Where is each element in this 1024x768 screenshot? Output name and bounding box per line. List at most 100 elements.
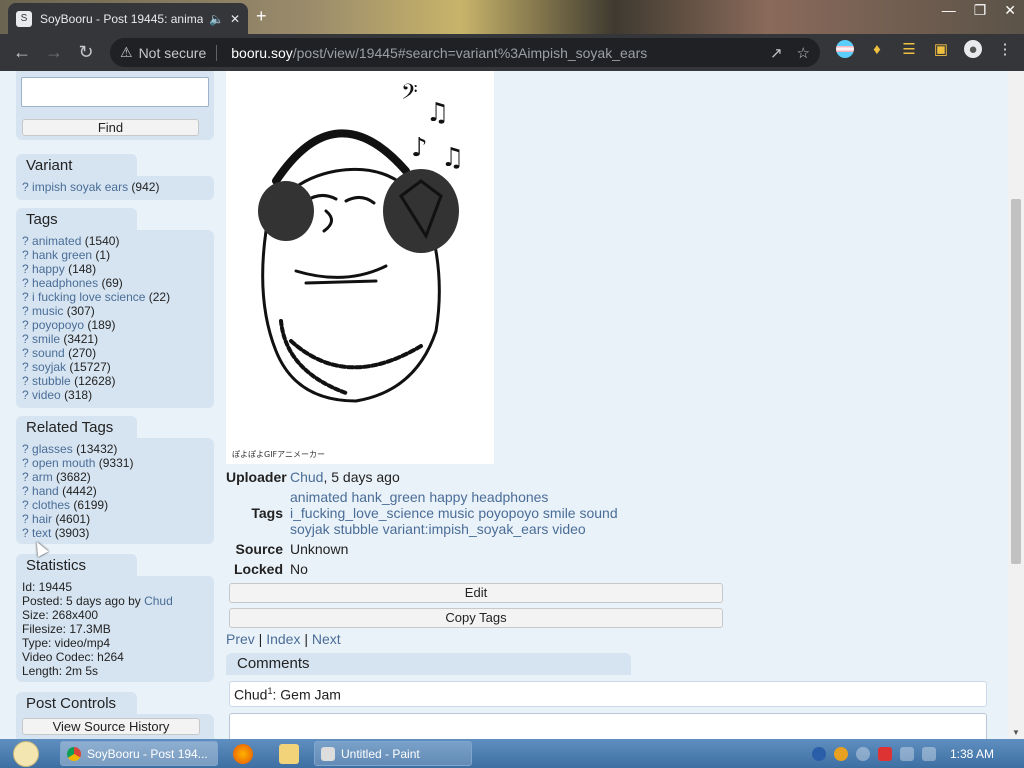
locked-value: No [290, 561, 308, 577]
volume-icon[interactable] [921, 746, 936, 761]
tag-help-link[interactable]: ? [22, 388, 29, 402]
svg-text:𝄢: 𝄢 [401, 80, 418, 110]
share-icon[interactable]: ↗ [770, 44, 783, 62]
file-explorer-icon[interactable] [279, 744, 299, 764]
tags-row: Tags animated hank_green happy headphone… [226, 489, 646, 537]
tag-link[interactable]: music [32, 304, 63, 318]
tag-link[interactable]: smile [32, 332, 60, 346]
clock[interactable]: 1:38 AM [950, 747, 994, 761]
reload-icon[interactable]: ↻ [70, 42, 102, 63]
tag-help-link[interactable]: ? [22, 262, 29, 276]
browser-tab[interactable]: S SoyBooru - Post 19445: animated hank_g… [8, 3, 248, 34]
taskbar-chrome-button[interactable]: SoyBooru - Post 194... [60, 741, 218, 766]
tag-link[interactable]: hair [32, 512, 52, 526]
start-button[interactable] [6, 739, 46, 768]
tag-help-link[interactable]: ? [22, 526, 29, 540]
tag-help-link[interactable]: ? [22, 470, 29, 484]
tag-help-link[interactable]: ? [22, 374, 29, 388]
uploader-link[interactable]: Chud [290, 469, 323, 485]
tag-link[interactable]: impish soyak ears [32, 180, 128, 194]
tag-link[interactable]: glasses [32, 442, 73, 456]
tag-link[interactable]: poyopoyo [32, 318, 84, 332]
edit-button[interactable]: Edit [229, 583, 723, 603]
find-button[interactable]: Find [22, 119, 199, 136]
tag-help-link[interactable]: ? [22, 318, 29, 332]
flag-tray-icon[interactable] [877, 746, 892, 761]
comment-textarea[interactable] [229, 713, 987, 739]
tag-help-link[interactable]: ? [22, 456, 29, 470]
tag-link[interactable]: soyjak [32, 360, 66, 374]
scroll-down-icon[interactable]: ▼ [1012, 728, 1020, 737]
tag-help-link[interactable]: ? [22, 290, 29, 304]
prev-link[interactable]: Prev [226, 631, 255, 647]
tag-link[interactable]: video [32, 388, 61, 402]
tag-count: (3682) [56, 470, 91, 484]
tag-help-link[interactable]: ? [22, 498, 29, 512]
tab-title: SoyBooru - Post 19445: animated hank_gre… [40, 11, 203, 26]
tag-help-link[interactable]: ? [22, 484, 29, 498]
tag-link[interactable]: animated [32, 234, 81, 248]
new-tab-icon[interactable]: + [256, 6, 267, 27]
address-bar[interactable]: ⚠ Not secure booru.soy /post/view/19445#… [110, 38, 820, 67]
comment-user[interactable]: Chud [234, 687, 267, 703]
post-video[interactable]: 𝄢 ♫ ♪ ♫ ぽよぽよGIFアニメーカー [226, 71, 494, 464]
tags-line-3[interactable]: soyjak stubble variant:impish_soyak_ears… [290, 521, 618, 537]
window-close-icon[interactable]: ✕ [1004, 2, 1016, 19]
tags-block: Tags ? animated (1540)? hank green (1)? … [16, 208, 214, 408]
forward-icon[interactable]: → [38, 42, 70, 63]
tag-link[interactable]: i fucking love science [32, 290, 145, 304]
tag-help-link[interactable]: ? [22, 248, 29, 262]
emoji-tray-icon[interactable] [855, 746, 870, 761]
tag-link[interactable]: sound [32, 346, 65, 360]
tag-link[interactable]: happy [32, 262, 65, 276]
tag-help-link[interactable]: ? [22, 360, 29, 374]
side-panel-icon[interactable]: ▣ [932, 40, 950, 58]
media-playlist-icon[interactable]: ☰ [900, 40, 918, 58]
tag-help-link[interactable]: ? [22, 276, 29, 290]
not-secure-label[interactable]: Not secure [139, 44, 218, 61]
tags-line-2[interactable]: i_fucking_love_science music poyopoyo sm… [290, 505, 618, 521]
tag-help-link[interactable]: ? [22, 304, 29, 318]
copy-tags-button[interactable]: Copy Tags [229, 608, 723, 628]
firefox-icon[interactable] [233, 744, 253, 764]
monitor-tray-icon[interactable] [899, 746, 914, 761]
scrollbar-thumb[interactable] [1011, 199, 1021, 564]
tag-link[interactable]: stubble [32, 374, 71, 388]
search-tray-icon[interactable] [833, 746, 848, 761]
maximize-icon[interactable]: ❐ [974, 2, 987, 19]
back-icon[interactable]: ← [6, 42, 38, 63]
index-link[interactable]: Index [266, 631, 300, 647]
tag-link[interactable]: arm [32, 470, 53, 484]
tag-help-link[interactable]: ? [22, 332, 29, 346]
warning-icon[interactable]: ⚠ [120, 44, 133, 61]
view-source-history-button[interactable]: View Source History [22, 718, 200, 735]
tag-help-link[interactable]: ? [22, 512, 29, 526]
profile-avatar-icon[interactable]: ● [964, 40, 982, 58]
tag-help-link[interactable]: ? [22, 346, 29, 360]
puzzle-extension-icon[interactable]: ♦ [868, 40, 886, 58]
search-input[interactable] [21, 77, 209, 107]
flag-extension-icon[interactable] [836, 40, 854, 58]
page-scrollbar[interactable]: ▼ [1008, 71, 1024, 739]
tag-help-link[interactable]: ? [22, 180, 29, 194]
tag-link[interactable]: clothes [32, 498, 70, 512]
browser-menu-icon[interactable]: ⋮ [996, 40, 1014, 58]
tag-count: (148) [68, 262, 97, 276]
tag-link[interactable]: headphones [32, 276, 98, 290]
tag-link[interactable]: hank green [32, 248, 92, 262]
stat-size: Size: 268x400 [22, 608, 99, 622]
tags-line-1[interactable]: animated hank_green happy headphones [290, 489, 618, 505]
stat-posted-user-link[interactable]: Chud [144, 594, 173, 608]
tag-help-link[interactable]: ? [22, 234, 29, 248]
tags-item: ? headphones (69) [22, 276, 208, 290]
taskbar-paint-button[interactable]: Untitled - Paint [314, 741, 472, 766]
minimize-icon[interactable]: — [942, 2, 956, 19]
tag-help-link[interactable]: ? [22, 442, 29, 456]
bookmark-star-icon[interactable]: ☆ [797, 44, 810, 62]
tag-link[interactable]: hand [32, 484, 59, 498]
tab-close-icon[interactable]: ✕ [230, 12, 240, 26]
tab-audio-icon[interactable]: 🔈 [209, 12, 224, 26]
next-link[interactable]: Next [312, 631, 341, 647]
network-globe-icon[interactable] [811, 746, 826, 761]
tag-link[interactable]: open mouth [32, 456, 95, 470]
